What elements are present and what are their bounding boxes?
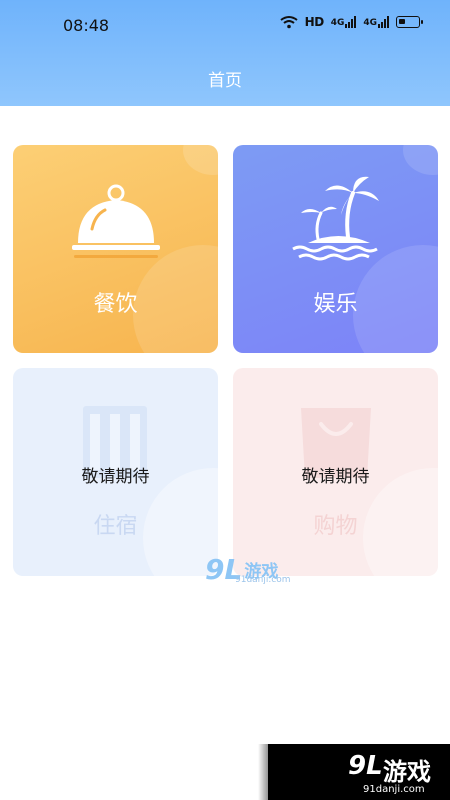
page-title: 首页 [208, 71, 242, 91]
watermark-logo: 9L 游戏 91danji.com [205, 553, 290, 586]
signal-icon: 4G [331, 16, 357, 28]
network-type-label: 4G [330, 18, 345, 28]
app-header: 08:48 HD 4G 4G 首页 [0, 0, 450, 106]
brand-logo-number: 9L [348, 751, 383, 781]
battery-icon [396, 16, 423, 28]
dining-card[interactable]: 餐饮 [13, 145, 218, 353]
card-label-lodging: 住宿 [93, 514, 138, 539]
lodging-card[interactable]: 敬请期待 住宿 [13, 368, 218, 576]
signal-icon-2: 4G [363, 16, 389, 28]
wifi-icon [280, 16, 298, 29]
card-label-shopping: 购物 [313, 514, 358, 539]
coming-soon-label-lodging: 敬请期待 [81, 467, 150, 487]
dish-cloche-icon [72, 184, 160, 258]
entertainment-card[interactable]: 娱乐 [233, 145, 438, 353]
hd-indicator: HD [304, 15, 325, 29]
watermark-url: 91danji.com [235, 575, 291, 585]
card-label-dining: 餐饮 [93, 292, 138, 317]
brand-badge: 9L 游戏 91danji.com [268, 744, 450, 800]
card-label-entertainment: 娱乐 [313, 292, 358, 317]
brand-logo-text: 游戏 [383, 758, 431, 786]
coming-soon-label-shopping: 敬请期待 [301, 467, 370, 487]
status-icons: HD 4G 4G [280, 15, 423, 29]
network-type-label-2: 4G [363, 18, 377, 28]
shopping-card[interactable]: 敬请期待 购物 [233, 368, 438, 576]
brand-url: 91danji.com [363, 784, 425, 795]
status-time: 08:48 [63, 16, 110, 35]
palm-island-icon [292, 176, 379, 261]
